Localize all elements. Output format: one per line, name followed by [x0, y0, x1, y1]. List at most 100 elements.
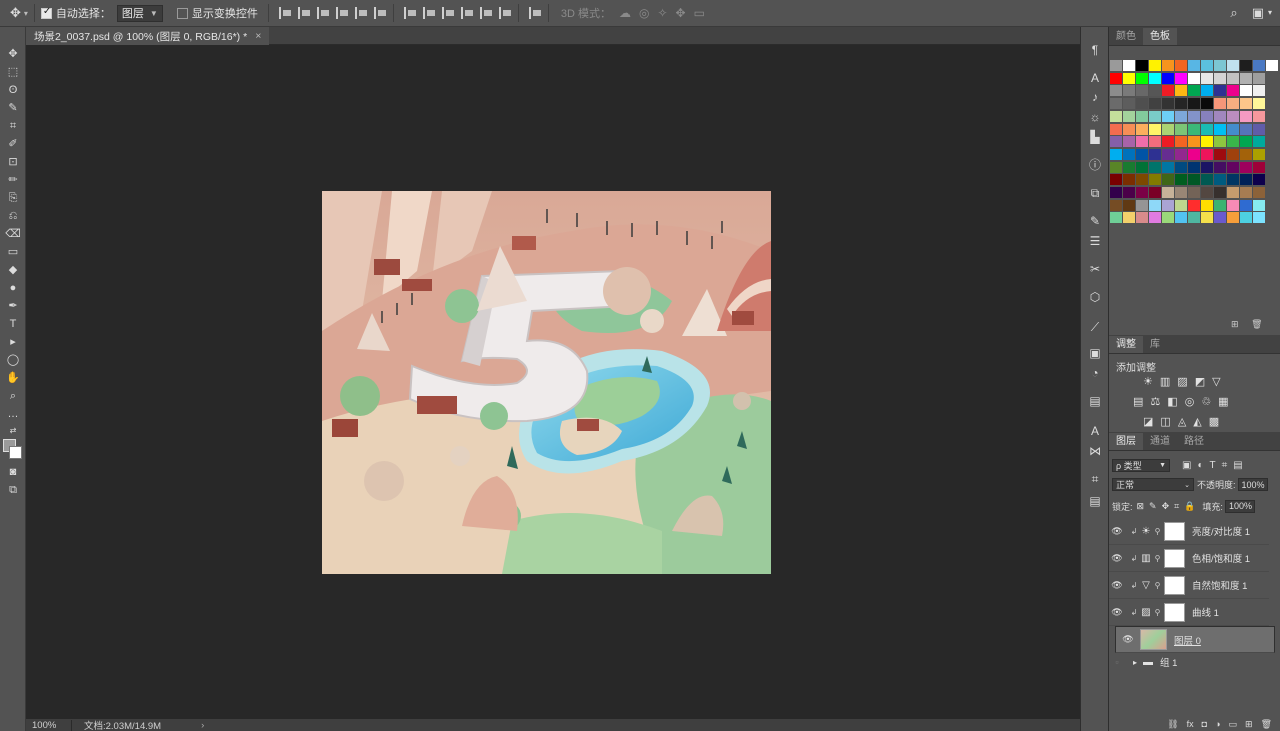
swatch[interactable] [1175, 187, 1187, 198]
fill-input[interactable]: 100% [1224, 499, 1255, 513]
swatch[interactable] [1162, 123, 1174, 135]
swatch[interactable] [1188, 98, 1200, 110]
swatch[interactable] [1201, 123, 1213, 135]
swatch[interactable] [1214, 187, 1226, 198]
distribute-top-icon[interactable] [403, 7, 417, 19]
opacity-input[interactable]: 100% [1237, 478, 1268, 491]
crop-panel-icon[interactable]: ⌗ [1087, 471, 1103, 487]
swatch[interactable] [1201, 110, 1213, 122]
screen-mode-icon[interactable]: ⧉ [3, 482, 23, 498]
layer-mask-thumbnail[interactable] [1164, 548, 1185, 568]
swatch[interactable] [1149, 187, 1161, 198]
swatch[interactable] [1136, 187, 1148, 198]
swatch[interactable] [1110, 123, 1122, 135]
color-swatches[interactable] [3, 439, 23, 461]
swatch[interactable] [1175, 123, 1187, 135]
swatch[interactable] [1227, 174, 1239, 186]
distribute-hcenter-icon[interactable] [479, 7, 493, 19]
swatch[interactable] [1136, 123, 1148, 135]
swatch[interactable] [1201, 60, 1213, 71]
orbit-3d-icon[interactable]: ☁ [619, 6, 631, 20]
swatch[interactable] [1123, 110, 1135, 122]
swatch[interactable] [1162, 60, 1174, 71]
swatch[interactable] [1162, 72, 1174, 84]
blur-tool-icon[interactable]: ◆ [3, 262, 23, 278]
visibility-empty-icon[interactable]: ▫ [1109, 657, 1125, 667]
swatch[interactable] [1175, 110, 1187, 122]
swatch[interactable] [1240, 85, 1252, 97]
swatch[interactable] [1110, 85, 1122, 97]
swatch[interactable] [1149, 212, 1161, 224]
swatch[interactable] [1162, 174, 1174, 186]
light-icon[interactable]: ☼ [1087, 109, 1103, 125]
layer-filter-dropdown[interactable]: ρ 类型 ▼ [1112, 459, 1170, 472]
swatch[interactable] [1123, 123, 1135, 135]
swatch[interactable] [1123, 199, 1135, 211]
marquee-tool-icon[interactable]: ⬚ [3, 64, 23, 80]
swatch[interactable] [1253, 199, 1265, 211]
properties-icon[interactable]: ⧉ [1087, 185, 1103, 201]
eyedropper-tool-icon[interactable]: ✐ [3, 136, 23, 152]
swatch[interactable] [1149, 148, 1161, 160]
swatch[interactable] [1240, 174, 1252, 186]
swatch[interactable] [1136, 60, 1148, 71]
distribute-vcenter-icon[interactable] [422, 7, 436, 19]
swatch[interactable] [1123, 85, 1135, 97]
swatch[interactable] [1110, 72, 1122, 84]
move-tool-icon[interactable]: ✥ [10, 5, 21, 21]
magic-wand-tool-icon[interactable]: ✎ [3, 100, 23, 116]
swatch[interactable] [1214, 98, 1226, 110]
swatch[interactable] [1253, 110, 1265, 122]
layer-filter-icons[interactable]: ▣◐T⌗▤ [1182, 460, 1249, 471]
swatch[interactable] [1201, 136, 1213, 148]
swatch[interactable] [1162, 136, 1174, 148]
move-tool-icon[interactable]: ✥ [3, 46, 23, 62]
fx-icon[interactable]: fx [1187, 719, 1194, 729]
visibility-eye-icon[interactable]: 👁 [1109, 526, 1125, 537]
new-adjustment-icon[interactable]: ◑ [1215, 719, 1220, 729]
swatch[interactable] [1240, 199, 1252, 211]
swatch[interactable] [1162, 199, 1174, 211]
hue-saturation-icon[interactable]: ▤ [1133, 395, 1143, 408]
color-lookup-icon[interactable]: ▦ [1218, 395, 1228, 408]
swatch[interactable] [1136, 72, 1148, 84]
layer-name[interactable]: 自然饱和度 1 [1192, 578, 1247, 592]
character-style-icon[interactable]: ⋈ [1087, 443, 1103, 459]
swatch[interactable] [1201, 174, 1213, 186]
swatch[interactable] [1227, 148, 1239, 160]
swatch[interactable] [1162, 110, 1174, 122]
swatch[interactable] [1201, 85, 1213, 97]
layer-name[interactable]: 曲线 1 [1192, 605, 1219, 619]
align-bottom-icon[interactable] [316, 7, 330, 19]
swatch[interactable] [1227, 110, 1239, 122]
swatch[interactable] [1214, 123, 1226, 135]
swatch[interactable] [1240, 123, 1252, 135]
swatch[interactable] [1123, 98, 1135, 110]
swatch[interactable] [1123, 161, 1135, 173]
photo-filter-icon[interactable]: ◎ [1185, 395, 1195, 408]
hand-tool-icon[interactable]: ✋ [3, 370, 23, 386]
swatch[interactable] [1253, 161, 1265, 173]
swatch[interactable] [1110, 187, 1122, 198]
swatch[interactable] [1214, 212, 1226, 224]
swatch[interactable] [1188, 72, 1200, 84]
healing-brush-tool-icon[interactable]: ⊡ [3, 154, 23, 170]
layer-mask-thumbnail[interactable] [1164, 521, 1185, 541]
swatch[interactable] [1201, 148, 1213, 160]
swatch[interactable] [1175, 60, 1187, 71]
swatch[interactable] [1136, 161, 1148, 173]
character-icon[interactable]: A [1087, 70, 1103, 86]
swatch[interactable] [1188, 148, 1200, 160]
ellipse-tool-icon[interactable]: ◯ [3, 352, 23, 368]
swatch[interactable] [1214, 161, 1226, 173]
levels-icon[interactable]: ▥ [1160, 375, 1170, 388]
swatch[interactable] [1136, 136, 1148, 148]
auto-select-target-dropdown[interactable]: 图层 ▼ [116, 4, 163, 22]
swatch[interactable] [1253, 136, 1265, 148]
swatch[interactable] [1227, 98, 1239, 110]
swatch[interactable] [1149, 136, 1161, 148]
histogram-icon[interactable]: ▙ [1087, 129, 1103, 145]
link-icon[interactable]: ⚲ [1153, 581, 1162, 590]
roll-3d-icon[interactable]: ◎ [639, 6, 649, 20]
swatch[interactable] [1201, 187, 1213, 198]
